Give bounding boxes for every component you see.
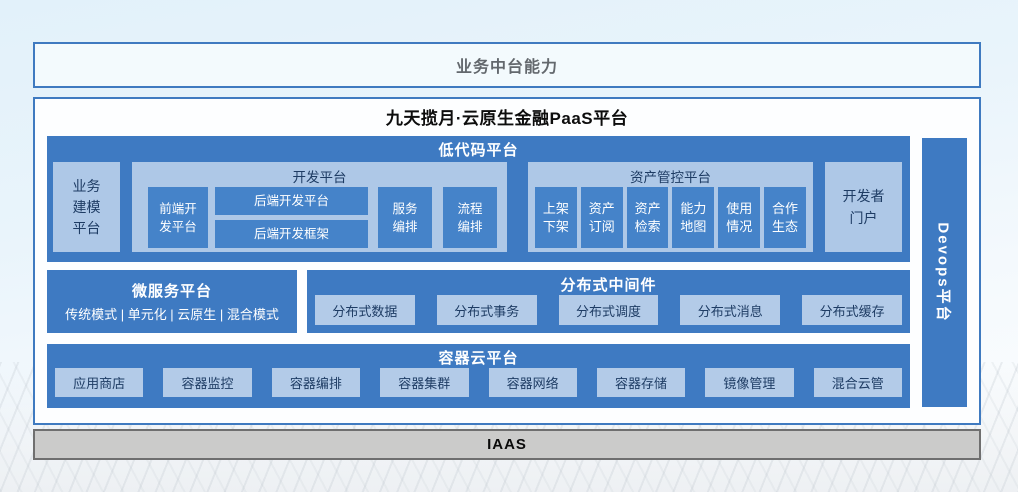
- business-midplatform-label: 业务中台能力: [456, 53, 558, 77]
- service-orchestration: 服务 编排: [378, 187, 432, 248]
- asset-control-group: 资产管控平台 上架 下架 资产 订阅 资产 检索 能力 地图 使用 情况 合作 …: [528, 162, 813, 252]
- iaas-label: IAAS: [487, 436, 527, 453]
- middleware-item-message: 分布式消息: [680, 295, 780, 325]
- middleware-item-transaction: 分布式事务: [437, 295, 537, 325]
- dev-platform-group: 开发平台 前端开 发平台 后端开发平台 后端开发框架 服务 编排 流程 编排: [132, 162, 507, 252]
- asset-items-row: 上架 下架 资产 订阅 资产 检索 能力 地图 使用 情况 合作 生态: [528, 187, 813, 248]
- paas-platform-frame: 九天揽月·云原生金融PaaS平台 低代码平台 业务 建模 平台 开发平台 前端开…: [33, 97, 981, 425]
- middleware-item-scheduling: 分布式调度: [559, 295, 659, 325]
- architecture-diagram: 业务中台能力 九天揽月·云原生金融PaaS平台 低代码平台 业务 建模 平台 开…: [0, 0, 1018, 492]
- asset-item-usage: 使用 情况: [718, 187, 760, 248]
- asset-item-ecosystem: 合作 生态: [764, 187, 806, 248]
- devops-platform-bar: Devops平台: [922, 138, 967, 407]
- container-item-network: 容器网络: [489, 368, 577, 397]
- container-items-row: 应用商店 容器监控 容器编排 容器集群 容器网络 容器存储 镜像管理 混合云管: [47, 368, 910, 397]
- asset-item-subscribe: 资产 订阅: [581, 187, 623, 248]
- container-cloud-box: 容器云平台 应用商店 容器监控 容器编排 容器集群 容器网络 容器存储 镜像管理…: [47, 344, 910, 408]
- backend-dev-framework: 后端开发框架: [215, 220, 368, 248]
- container-item-orchestration: 容器编排: [272, 368, 360, 397]
- business-midplatform-banner: 业务中台能力: [33, 42, 981, 88]
- platform-title: 九天揽月·云原生金融PaaS平台: [35, 104, 979, 129]
- microservice-modes: 传统模式 | 单元化 | 云原生 | 混合模式: [65, 304, 279, 323]
- asset-item-search: 资产 检索: [627, 187, 669, 248]
- asset-item-capability-map: 能力 地图: [672, 187, 714, 248]
- developer-portal: 开发者 门户: [825, 162, 902, 252]
- middleware-title: 分布式中间件: [307, 274, 910, 295]
- lowcode-platform-title: 低代码平台: [47, 139, 910, 160]
- container-item-cluster: 容器集群: [380, 368, 468, 397]
- container-item-hybrid-cloud: 混合云管: [814, 368, 902, 397]
- container-item-monitoring: 容器监控: [163, 368, 251, 397]
- middleware-items-row: 分布式数据 分布式事务 分布式调度 分布式消息 分布式缓存: [307, 295, 910, 325]
- container-cloud-title: 容器云平台: [47, 347, 910, 368]
- microservice-platform-box: 微服务平台 传统模式 | 单元化 | 云原生 | 混合模式: [47, 270, 297, 333]
- middleware-item-data: 分布式数据: [315, 295, 415, 325]
- dev-platform-title: 开发平台: [132, 166, 507, 186]
- frontend-dev-platform: 前端开 发平台: [148, 187, 208, 248]
- microservice-title: 微服务平台: [47, 280, 297, 301]
- middleware-box: 分布式中间件 分布式数据 分布式事务 分布式调度 分布式消息 分布式缓存: [307, 270, 910, 333]
- lowcode-platform-box: 低代码平台 业务 建模 平台 开发平台 前端开 发平台 后端开发平台 后端开发框…: [47, 136, 910, 262]
- backend-dev-platform: 后端开发平台: [215, 187, 368, 215]
- process-orchestration: 流程 编排: [443, 187, 497, 248]
- middleware-item-cache: 分布式缓存: [802, 295, 902, 325]
- iaas-bar: IAAS: [33, 429, 981, 460]
- backend-stack: 后端开发平台 后端开发框架: [215, 187, 368, 248]
- asset-control-title: 资产管控平台: [528, 166, 813, 186]
- business-modeling-platform: 业务 建模 平台: [53, 162, 120, 252]
- container-item-image-mgmt: 镜像管理: [705, 368, 793, 397]
- devops-platform-label: Devops平台: [934, 222, 955, 322]
- asset-item-shelf: 上架 下架: [535, 187, 577, 248]
- container-item-storage: 容器存储: [597, 368, 685, 397]
- container-item-app-store: 应用商店: [55, 368, 143, 397]
